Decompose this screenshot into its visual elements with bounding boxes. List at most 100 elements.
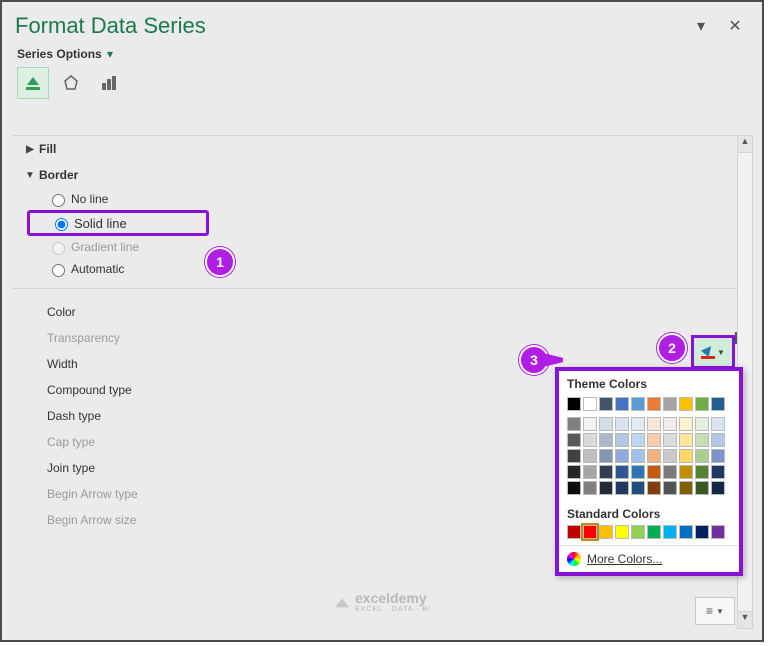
color-swatch[interactable] [583,433,597,447]
color-swatch[interactable] [647,449,661,463]
color-swatch[interactable] [599,417,613,431]
color-swatch[interactable] [695,525,709,539]
theme-shades-grid [559,417,739,501]
color-swatch[interactable] [679,397,693,411]
color-swatch[interactable] [647,465,661,479]
scroll-down[interactable]: ▼ [738,611,752,628]
color-swatch[interactable] [711,449,725,463]
radio-automatic[interactable]: Automatic [13,258,739,280]
color-swatch[interactable] [711,417,725,431]
color-swatch[interactable] [567,417,581,431]
color-swatch[interactable] [599,465,613,479]
radio-solid-line-input[interactable] [55,218,68,231]
paragraph-options[interactable]: ≡ ▼ [695,597,735,625]
color-swatch[interactable] [567,525,581,539]
radio-no-line-input[interactable] [52,194,65,207]
color-swatch[interactable] [599,449,613,463]
color-swatch[interactable] [679,449,693,463]
color-swatch[interactable] [583,417,597,431]
scroll-up[interactable]: ▲ [738,136,752,153]
color-swatch[interactable] [679,417,693,431]
prop-color[interactable]: Color [13,299,739,325]
radio-automatic-input[interactable] [52,264,65,277]
color-swatch[interactable] [599,525,613,539]
color-swatch[interactable] [695,449,709,463]
color-swatch[interactable] [631,433,645,447]
color-swatch[interactable] [663,433,677,447]
color-swatch[interactable] [695,465,709,479]
color-swatch[interactable] [599,433,613,447]
color-swatch[interactable] [663,417,677,431]
color-swatch[interactable] [583,525,597,539]
color-swatch[interactable] [615,465,629,479]
color-swatch[interactable] [631,481,645,495]
color-swatch[interactable] [631,397,645,411]
color-swatch[interactable] [679,433,693,447]
color-swatch[interactable] [567,449,581,463]
fill-line-tab[interactable] [17,67,49,99]
more-colors[interactable]: More Colors... [559,545,739,572]
close-button[interactable]: ✕ [723,14,747,38]
color-swatch[interactable] [631,465,645,479]
color-swatch[interactable] [615,525,629,539]
series-options-tab[interactable] [93,67,125,99]
color-swatch[interactable] [711,525,725,539]
color-swatch[interactable] [663,525,677,539]
fill-section[interactable]: ▶ Fill [13,136,739,162]
color-swatch[interactable] [615,481,629,495]
color-swatch[interactable] [647,525,661,539]
annotation-step-2: 2 [657,333,687,363]
color-swatch[interactable] [583,449,597,463]
color-swatch[interactable] [663,397,677,411]
radio-solid-line[interactable]: Solid line [74,216,127,231]
color-swatch[interactable] [679,481,693,495]
standard-colors-title: Standard Colors [559,501,739,525]
color-swatch[interactable] [631,525,645,539]
color-swatch[interactable] [711,481,725,495]
color-swatch[interactable] [679,465,693,479]
color-swatch[interactable] [711,433,725,447]
theme-colors-grid [559,395,739,417]
color-swatch[interactable] [599,481,613,495]
color-swatch[interactable] [567,481,581,495]
color-swatch[interactable] [615,397,629,411]
color-swatch[interactable] [615,433,629,447]
color-swatch[interactable] [679,525,693,539]
color-swatch[interactable] [711,397,725,411]
series-options-label[interactable]: Series Options [17,47,102,61]
color-swatch[interactable] [583,465,597,479]
color-swatch[interactable] [695,433,709,447]
pane-title: Format Data Series [15,13,679,39]
color-swatch[interactable] [695,417,709,431]
color-swatch[interactable] [695,397,709,411]
effects-tab[interactable] [55,67,87,99]
color-swatch[interactable] [711,465,725,479]
radio-no-line[interactable]: No line [13,188,739,210]
color-swatch[interactable] [567,465,581,479]
color-swatch[interactable] [631,449,645,463]
color-swatch[interactable] [695,481,709,495]
radio-gradient-line: Gradient line [13,236,739,258]
color-swatch[interactable] [615,417,629,431]
color-swatch[interactable] [567,397,581,411]
color-swatch[interactable] [647,481,661,495]
color-swatch[interactable] [583,397,597,411]
color-swatch[interactable] [647,397,661,411]
color-swatch[interactable] [631,417,645,431]
prop-transparency: Transparency [13,325,739,351]
color-swatch[interactable] [615,449,629,463]
chevron-down-icon[interactable]: ▾ [107,47,113,61]
color-swatch[interactable] [663,449,677,463]
color-swatch[interactable] [663,465,677,479]
color-swatch[interactable] [647,417,661,431]
color-swatch[interactable] [647,433,661,447]
color-swatch[interactable] [663,481,677,495]
color-swatch[interactable] [567,433,581,447]
task-pane-options[interactable]: ▾ [689,14,713,38]
border-section[interactable]: ▼ Border [13,162,739,188]
chevron-down-icon: ▼ [25,170,35,181]
theme-colors-title: Theme Colors [559,371,739,395]
color-swatch[interactable] [583,481,597,495]
border-color-dropdown[interactable]: ▼ [691,335,735,369]
color-swatch[interactable] [599,397,613,411]
